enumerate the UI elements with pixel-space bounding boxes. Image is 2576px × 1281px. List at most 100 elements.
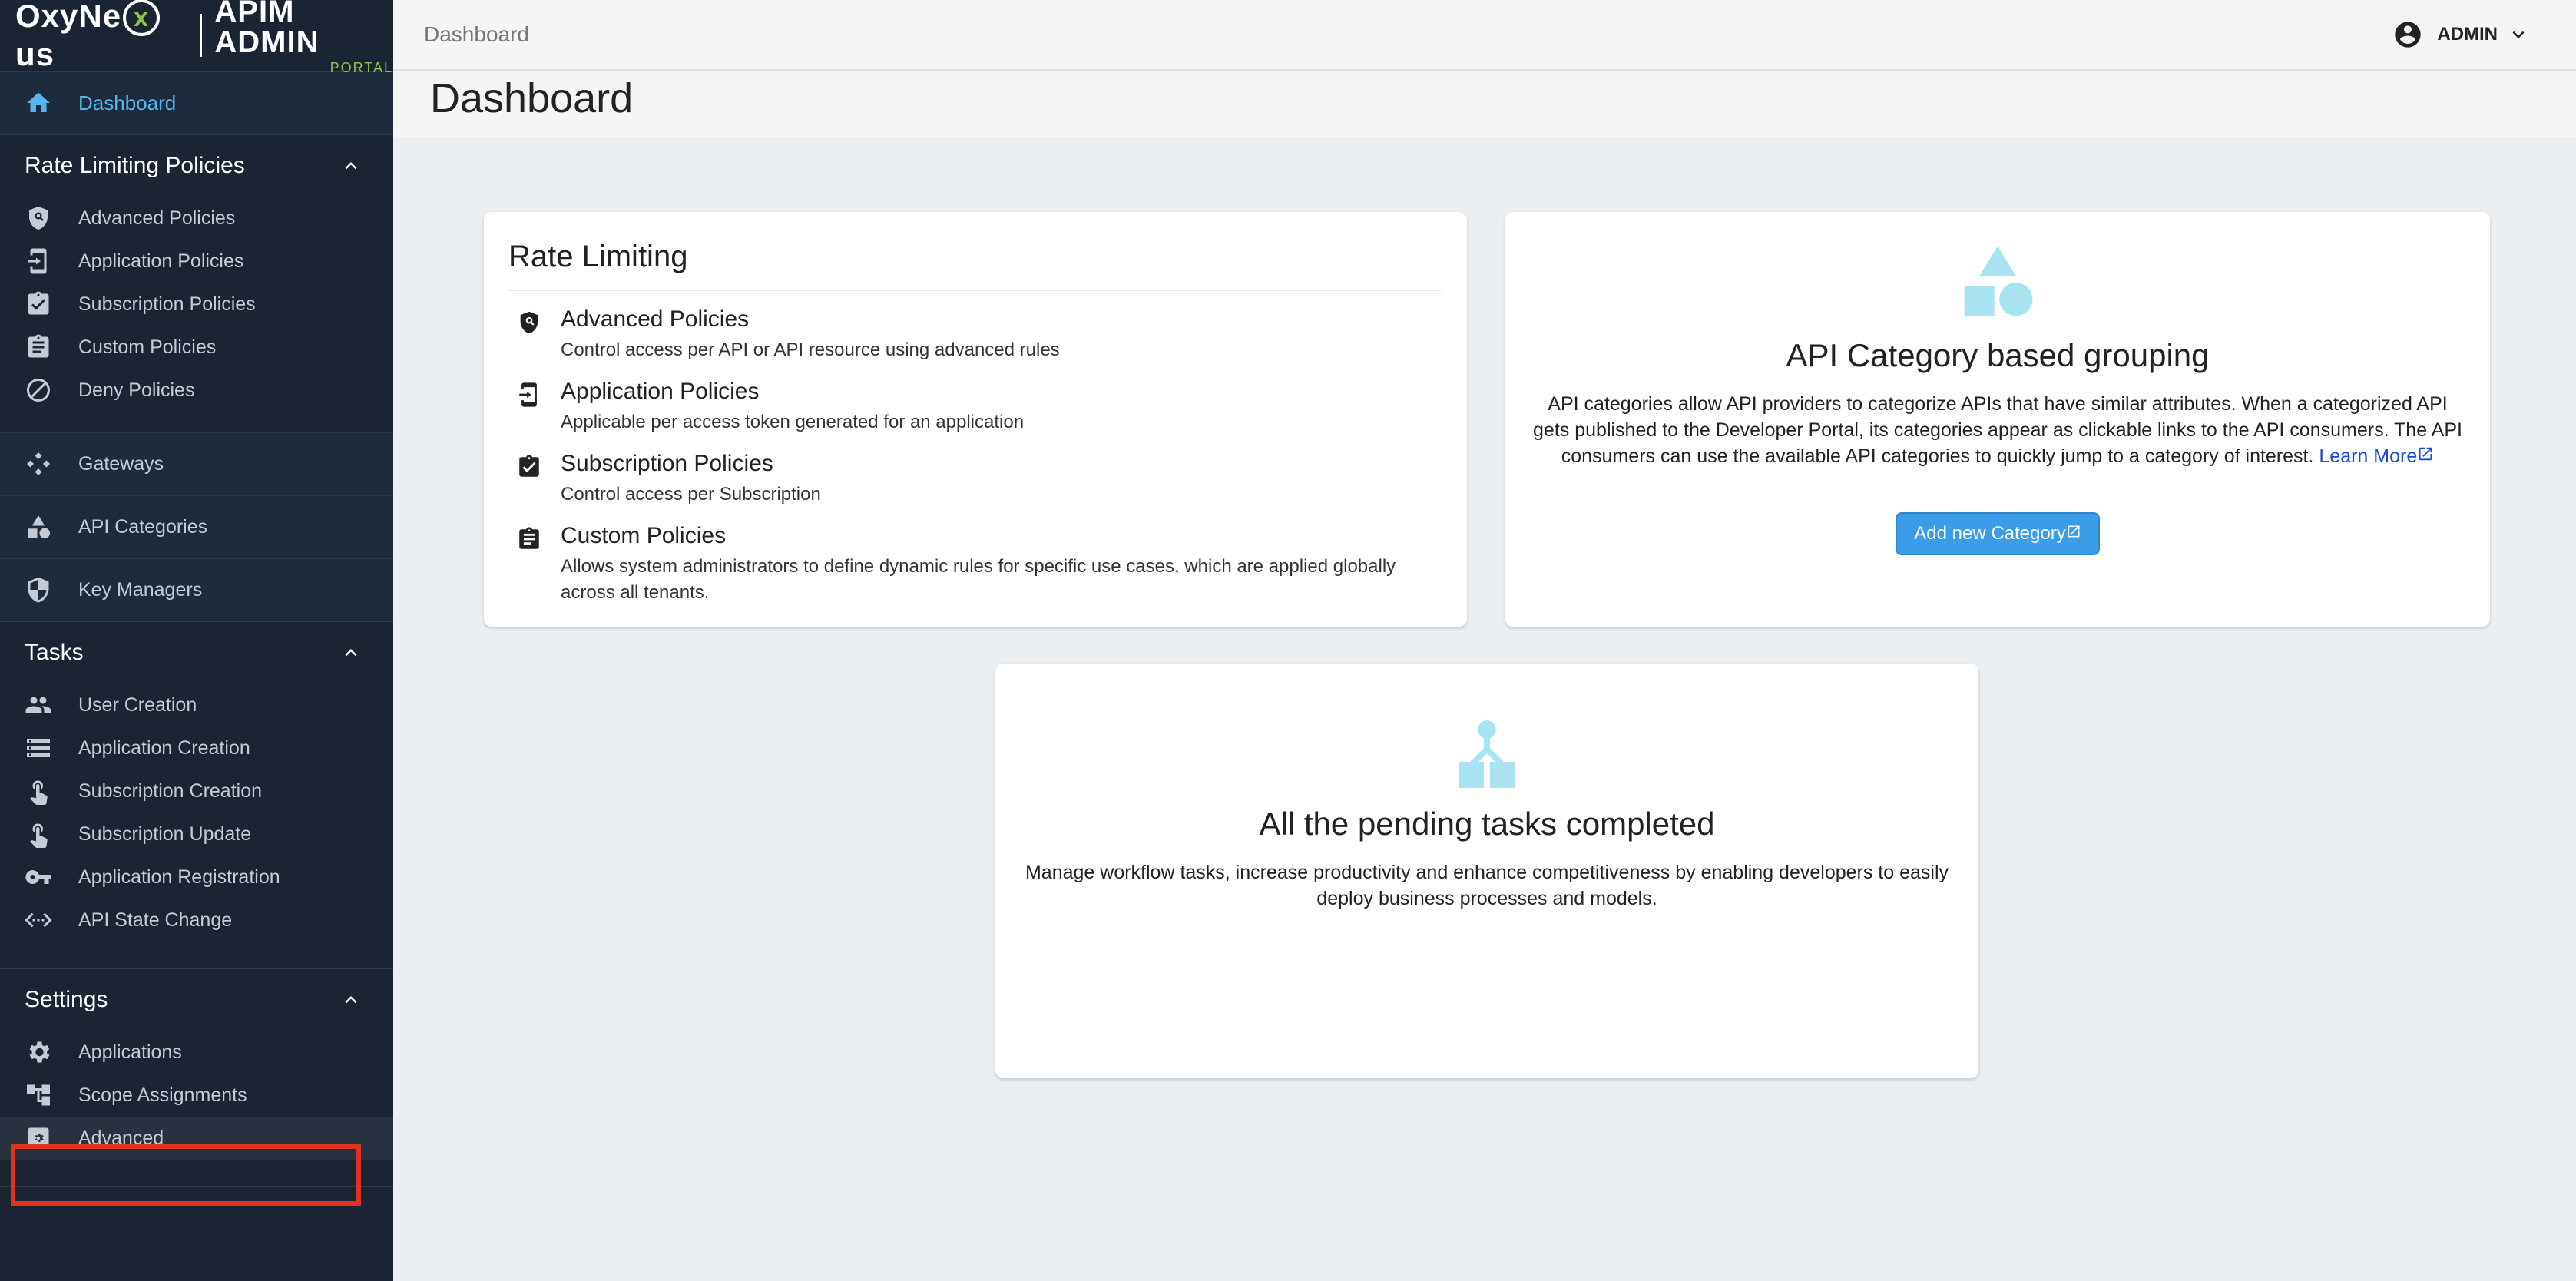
sidebar-item-application-registration[interactable]: Application Registration — [0, 856, 393, 899]
sidebar-item-dashboard[interactable]: Dashboard — [0, 72, 393, 135]
clipboard-check-icon — [519, 455, 539, 477]
item-description: Allows system administrators to define d… — [561, 556, 1396, 603]
touch-icon — [30, 823, 48, 848]
sidebar-item-scope-assignments[interactable]: Scope Assignments — [0, 1074, 393, 1117]
add-new-category-button[interactable]: Add new Category — [1896, 512, 2100, 555]
block-icon — [27, 379, 50, 402]
section-title: Rate Limiting Policies — [25, 153, 245, 178]
account-circle-icon — [2395, 22, 2422, 48]
clipboard-text-icon — [519, 527, 539, 549]
chevron-up-icon[interactable] — [339, 154, 363, 177]
item-title: Subscription Policies — [561, 451, 773, 476]
rate-item-advanced[interactable]: Advanced Policies Control access per API… — [508, 306, 1442, 363]
rate-item-subscription[interactable]: Subscription Policies Control access per… — [508, 451, 1442, 508]
logo[interactable]: OxyNe x us APIM ADMIN PORTAL — [0, 0, 393, 75]
sidebar-item-application-creation[interactable]: Application Creation — [0, 727, 393, 770]
sidebar-item-application-policies[interactable]: Application Policies — [0, 240, 393, 283]
sidebar-item-custom-policies[interactable]: Custom Policies — [0, 326, 393, 369]
sidebar-item-subscription-creation[interactable]: Subscription Creation — [0, 770, 393, 813]
sidebar-item-label: Application Creation — [78, 736, 250, 759]
sidebar-item-label: Dashboard — [78, 91, 177, 114]
sidebar-item-user-creation[interactable]: User Creation — [0, 684, 393, 727]
top-bar: Dashboard ADMIN — [393, 0, 2576, 71]
item-description: Control access per Subscription — [561, 484, 821, 505]
item-description: Control access per API or API resource u… — [561, 339, 1060, 360]
section-rate-limiting-header[interactable]: Rate Limiting Policies — [0, 135, 393, 197]
section-settings-header[interactable]: Settings — [0, 969, 393, 1031]
sidebar-item-label: Deny Policies — [78, 379, 195, 401]
item-title: Custom Policies — [561, 523, 727, 548]
logo-text-a: OxyNe — [15, 0, 122, 34]
logo-admin-text: APIM ADMIN — [214, 0, 320, 59]
mobile-arrow-icon — [519, 382, 537, 407]
item-description: Applicable per access token generated fo… — [561, 412, 1025, 432]
storage-icon — [27, 739, 50, 757]
sidebar-item-label: API State Change — [78, 909, 233, 931]
shield-search-icon — [520, 311, 538, 334]
card-description: Manage workflow tasks, increase producti… — [1025, 862, 1949, 909]
sidebar-item-label: Key Managers — [78, 578, 203, 601]
sidebar-item-applications[interactable]: Applications — [0, 1031, 393, 1074]
sidebar-item-label: Application Policies — [78, 250, 244, 272]
rate-limiting-card: Rate Limiting Advanced Policies Control … — [484, 212, 1467, 627]
card-description: API categories allow API providers to ca… — [1533, 393, 2462, 467]
sidebar-item-api-state-change[interactable]: API State Change — [0, 899, 393, 942]
tasks-card: All the pending tasks completed Manage w… — [995, 664, 1978, 1078]
card-title: API Category based grouping — [1786, 337, 2210, 373]
sidebar-item-subscription-policies[interactable]: Subscription Policies — [0, 283, 393, 326]
page-title: Dashboard — [430, 75, 634, 121]
category-icon — [28, 515, 50, 538]
sidebar-item-advanced-policies[interactable]: Advanced Policies — [0, 197, 393, 240]
sidebar-item-key-managers[interactable]: Key Managers — [0, 558, 393, 621]
shield-search-icon — [29, 207, 48, 230]
rate-item-application[interactable]: Application Policies Applicable per acce… — [508, 379, 1442, 435]
chevron-up-icon[interactable] — [339, 988, 363, 1011]
section-tasks-header[interactable]: Tasks — [0, 622, 393, 684]
sidebar-item-label: Advanced Policies — [78, 207, 236, 229]
sidebar-item-subscription-update[interactable]: Subscription Update — [0, 813, 393, 856]
page-header: Dashboard — [393, 71, 2576, 138]
sidebar-item-label: Subscription Creation — [78, 780, 263, 802]
category-shapes-icon — [1964, 246, 2033, 316]
item-title: Advanced Policies — [561, 306, 750, 332]
chevron-up-icon[interactable] — [339, 641, 363, 664]
logo-separator — [199, 14, 203, 57]
workflow-icon — [1459, 720, 1515, 788]
sidebar-item-label: User Creation — [78, 693, 197, 716]
learn-more-link[interactable]: Learn More — [2319, 445, 2434, 467]
sidebar-item-label: Subscription Policies — [78, 293, 256, 315]
home-icon — [27, 92, 50, 112]
sidebar-item-label: Applications — [78, 1041, 182, 1063]
logo-text-b: us — [15, 36, 55, 73]
people-icon — [25, 697, 51, 713]
clipboard-check-icon — [28, 291, 49, 315]
sidebar-item-label: Application Registration — [78, 866, 280, 888]
api-category-card: API Category based grouping API categori… — [1505, 212, 2490, 627]
section-title: Tasks — [25, 640, 84, 665]
gateway-icon — [27, 452, 50, 475]
rate-item-custom[interactable]: Custom Policies Allows system administra… — [508, 523, 1442, 606]
user-name: ADMIN — [2437, 24, 2498, 45]
clipboard-text-icon — [28, 334, 49, 358]
sidebar-item-label: API Categories — [78, 515, 208, 538]
section-title: Settings — [25, 987, 108, 1012]
touch-icon — [30, 780, 48, 805]
breadcrumb: Dashboard — [424, 22, 529, 46]
external-link-icon — [2419, 447, 2432, 461]
sidebar-item-label: Advanced — [78, 1127, 164, 1149]
card-title: Rate Limiting — [508, 240, 1442, 291]
settings-box-icon — [28, 1127, 49, 1149]
sidebar-item-label: Custom Policies — [78, 336, 217, 358]
sidebar-item-gateways[interactable]: Gateways — [0, 432, 393, 495]
sidebar-item-advanced[interactable]: Advanced — [0, 1117, 393, 1160]
user-menu[interactable]: ADMIN — [2392, 19, 2530, 50]
sidebar-item-label: Subscription Update — [78, 823, 252, 845]
external-link-icon — [2068, 525, 2080, 538]
logo-portal-text: PORTAL — [329, 60, 393, 75]
card-title: All the pending tasks completed — [1259, 806, 1715, 842]
sidebar-item-api-categories[interactable]: API Categories — [0, 495, 393, 558]
key-icon — [25, 870, 51, 884]
sidebar-item-deny-policies[interactable]: Deny Policies — [0, 369, 393, 412]
code-dots-icon — [25, 912, 52, 928]
sidebar-item-label: Scope Assignments — [78, 1084, 247, 1106]
